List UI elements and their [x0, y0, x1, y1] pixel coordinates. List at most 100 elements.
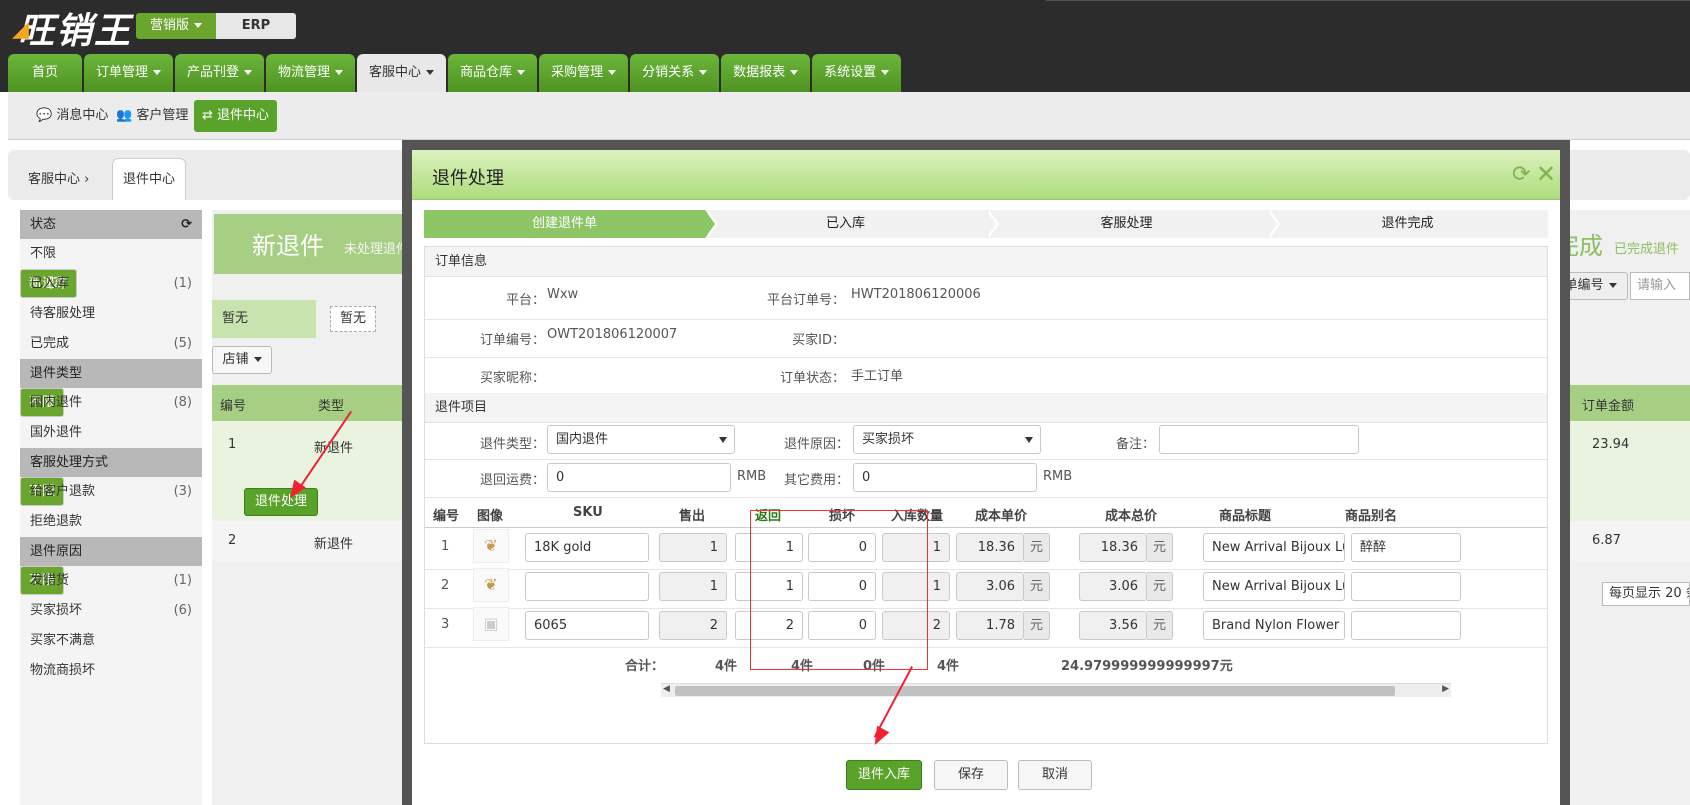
product-title-input[interactable]: New Arrival Bijoux Luxur [1203, 572, 1345, 601]
yuan-unit: 元 [1147, 572, 1173, 601]
nav-tab[interactable]: 系统设置 [812, 54, 902, 92]
nav-tab-label: 数据报表 [733, 65, 786, 80]
chevron-down-icon [790, 70, 799, 75]
product-title-input[interactable]: New Arrival Bijoux Luxur [1203, 533, 1345, 562]
scroll-right-icon[interactable]: ▶ [1442, 684, 1449, 694]
sidebar-item[interactable]: 发错货 (1) [20, 566, 202, 596]
nav-tab[interactable]: 分销关系 [630, 54, 720, 92]
search-input[interactable]: 请输入 [1630, 272, 1690, 300]
scrollbar-thumb[interactable] [675, 686, 1395, 696]
note-input[interactable] [1159, 425, 1359, 454]
dialog-header: 退件处理 ⟳ ✕ [412, 150, 1560, 200]
close-icon[interactable]: ✕ [1536, 160, 1556, 188]
sidebar-item[interactable]: 国内退件 (8) [20, 388, 202, 418]
refresh-icon[interactable]: ⟳ [1512, 162, 1530, 187]
sidebar-item[interactable]: 已完成 (5) [20, 329, 202, 359]
stock-return-button[interactable]: 退件入库 [846, 760, 922, 790]
row-amount: 6.87 [1592, 533, 1621, 548]
sidebar-item-label: 国内退件 [30, 395, 83, 410]
col-header: 图像 [477, 509, 504, 524]
sidebar-item[interactable]: 拒绝退款 [20, 507, 202, 537]
order-status-value: 手工订单 [851, 369, 904, 384]
total-cost-input-value: 3.06 [1109, 579, 1138, 594]
filter-none-b[interactable]: 暂无 [330, 306, 376, 332]
section-label: 客服处理方式 [30, 455, 109, 470]
page-size-select[interactable]: 每页显示 20 条 [1602, 582, 1690, 606]
process-return-button[interactable]: 退件处理 [244, 488, 318, 516]
divider [425, 527, 1547, 528]
product-alias-input[interactable] [1351, 611, 1461, 640]
sidebar-item[interactable]: 国外退件 [20, 418, 202, 448]
sold-input-value: 2 [709, 618, 718, 633]
select-value: 国内退件 [556, 432, 609, 447]
product-title-input[interactable]: Brand Nylon Flower Flor [1203, 611, 1345, 640]
nav-tab-label: 采购管理 [551, 65, 604, 80]
scroll-left-icon[interactable]: ◀ [663, 684, 670, 694]
sidebar-item[interactable]: 不限 [20, 239, 202, 269]
subnav-returns[interactable]: ⇄ 退件中心 [194, 100, 278, 132]
product-thumbnail: ❦ [473, 568, 509, 602]
nav-tab[interactable]: 产品刊登 [175, 54, 265, 92]
page-size-label: 每页显示 20 条 [1609, 586, 1690, 601]
edition-dropdown[interactable]: 营销版 [136, 13, 216, 39]
sold-input: 2 [659, 611, 727, 640]
sku-input[interactable]: 18K gold [525, 533, 649, 562]
sku-input[interactable]: 6065 [525, 611, 649, 640]
section-label: 退件原因 [30, 544, 83, 559]
ship-fee-input[interactable]: 0 [547, 463, 731, 492]
sidebar-item[interactable]: 买家损坏 (6) [20, 596, 202, 626]
subnav-customers[interactable]: 👥 客户管理 [108, 100, 196, 132]
subnav-label: 客户管理 [136, 108, 189, 123]
filter-none-a[interactable]: 暂无 [212, 300, 316, 338]
buyer-nick-label: 买家昵称： [479, 371, 545, 386]
sidebar-item[interactable]: 给客户退款 (3) [20, 477, 202, 507]
stock-qty-input-value: 1 [932, 540, 941, 555]
horizontal-scrollbar[interactable]: ◀ ▶ [661, 683, 1451, 697]
nav-tab[interactable]: 采购管理 [539, 54, 629, 92]
shop-dropdown[interactable]: 店铺 [212, 346, 272, 374]
product-alias-input[interactable]: 醉醉 [1351, 533, 1461, 562]
breadcrumb-root[interactable]: 客服中心 › [28, 168, 89, 187]
new-returns-sub: 未处理退件 [344, 242, 410, 257]
nav-tab[interactable]: 物流管理 [266, 54, 356, 92]
stock-qty-input-value: 1 [932, 579, 941, 594]
product-alias-input[interactable] [1351, 572, 1461, 601]
refresh-icon[interactable]: ⟳ [181, 210, 192, 239]
divider [425, 497, 1547, 498]
chevron-down-icon [1608, 283, 1617, 288]
cancel-button[interactable]: 取消 [1018, 760, 1092, 790]
nav-tab[interactable]: 订单管理 [84, 54, 174, 92]
col-type: 类型 [318, 399, 345, 414]
return-reason-select[interactable]: 买家损坏 [853, 425, 1041, 454]
sku-input[interactable] [525, 572, 649, 601]
sidebar-item-count: (1) [173, 276, 192, 291]
return-type-select[interactable]: 国内退件 [547, 425, 735, 454]
sidebar-section-title: 客服处理方式 [20, 448, 202, 477]
chevron-down-icon [426, 70, 435, 75]
new-returns-card[interactable]: 新退件 未处理退件 [214, 214, 414, 274]
sidebar-item-label: 不限 [30, 246, 57, 261]
erp-switch[interactable]: ERP [216, 13, 296, 39]
sidebar-item[interactable]: 物流商损坏 [20, 656, 202, 686]
chevron-down-icon [194, 23, 202, 28]
save-button[interactable]: 保存 [934, 760, 1008, 790]
nav-tab[interactable]: 首页 [8, 54, 82, 92]
nav-tab[interactable]: 客服中心 [357, 54, 447, 92]
subnav-message-center[interactable]: 💬 消息中心 [28, 100, 116, 132]
nav-tab-label: 系统设置 [824, 65, 877, 80]
main-nav: 首页 订单管理 产品刊登 物流管理 客服中心 商品仓库 采购管理 分销关系 数据报表 系统设置 [8, 54, 902, 92]
nav-tab-label: 分销关系 [642, 65, 695, 80]
sidebar-item[interactable]: 待客服处理 [20, 299, 202, 329]
sidebar-item[interactable]: 已入库 (1) [20, 269, 202, 299]
sidebar-item[interactable]: 买家不满意 [20, 626, 202, 656]
tab-returns-center[interactable]: 退件中心 [112, 158, 186, 200]
nav-tab[interactable]: 商品仓库 [448, 54, 538, 92]
input-value: 0 [556, 470, 565, 485]
chevron-down-icon [153, 70, 162, 75]
other-fee-input[interactable]: 0 [853, 463, 1037, 492]
unit-cost-input: 3.06 [956, 572, 1024, 601]
nav-tab[interactable]: 数据报表 [721, 54, 811, 92]
breadcrumb-root-label: 客服中心 [28, 172, 81, 187]
completed-sub: 已完成退件 [1614, 242, 1680, 257]
product-title-input-value: Brand Nylon Flower Flor [1212, 618, 1344, 633]
